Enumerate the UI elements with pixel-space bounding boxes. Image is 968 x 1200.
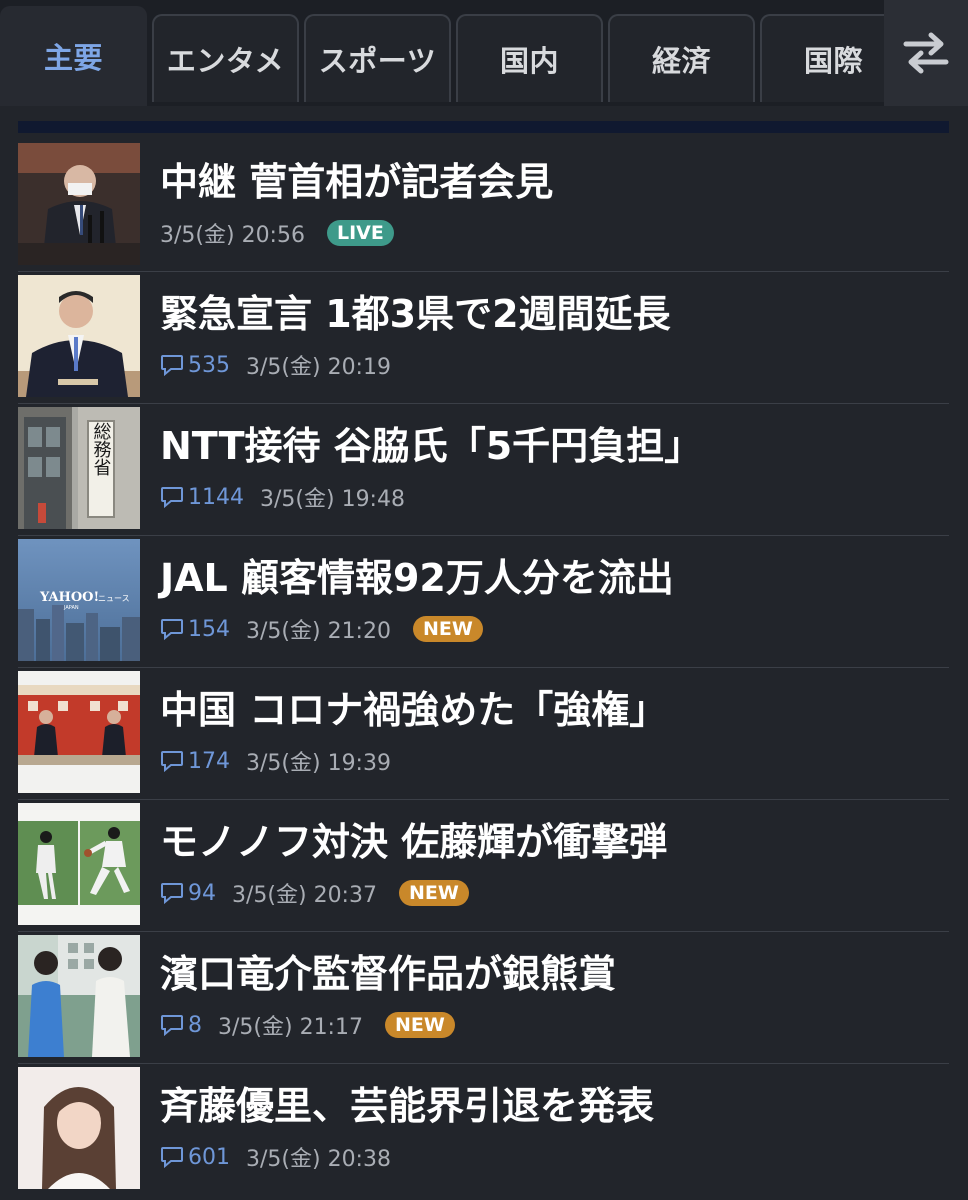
news-thumbnail[interactable]: 総務省 xyxy=(18,407,140,529)
news-title[interactable]: 中継 菅首相が記者会見 xyxy=(160,160,553,206)
news-item[interactable]: 緊急宣言 1都3県で2週間延長 535 3/5(金) 20:19 xyxy=(18,272,949,404)
tab-main[interactable]: 主要 xyxy=(0,6,147,106)
news-time: 3/5(金) 19:48 xyxy=(260,487,405,512)
comment-link[interactable]: 174 xyxy=(160,749,230,774)
new-badge: NEW xyxy=(384,1012,455,1038)
news-thumbnail[interactable] xyxy=(18,671,140,793)
comment-icon xyxy=(161,1015,183,1036)
comment-icon xyxy=(161,355,183,376)
comment-count: 601 xyxy=(188,1144,230,1170)
news-time: 3/5(金) 20:38 xyxy=(246,1147,391,1172)
news-meta: 1144 3/5(金) 19:48 xyxy=(160,481,427,513)
comment-link[interactable]: 154 xyxy=(160,617,230,642)
news-thumbnail[interactable] xyxy=(18,935,140,1057)
news-meta: 3/5(金) 20:56 LIVE xyxy=(160,217,394,249)
news-time: 3/5(金) 20:56 xyxy=(160,223,305,248)
news-item[interactable]: 斉藤優里、芸能界引退を発表 601 3/5(金) 20:38 xyxy=(18,1064,949,1195)
category-tab-bar: 主要 エンタメ スポーツ 国内 経済 国際 xyxy=(0,0,968,106)
news-meta: 174 3/5(金) 19:39 xyxy=(160,745,413,777)
news-time: 3/5(金) 19:39 xyxy=(246,751,391,776)
news-thumbnail[interactable] xyxy=(18,143,140,265)
news-meta: 94 3/5(金) 20:37 NEW xyxy=(160,877,469,909)
news-time: 3/5(金) 21:20 xyxy=(246,619,391,644)
svg-text:総務省: 総務省 xyxy=(91,422,112,476)
new-badge: NEW xyxy=(412,616,483,642)
news-title[interactable]: 緊急宣言 1都3県で2週間延長 xyxy=(160,292,671,338)
swap-arrows-icon xyxy=(903,32,949,74)
news-time: 3/5(金) 20:19 xyxy=(246,355,391,380)
comment-link[interactable]: 601 xyxy=(160,1145,230,1170)
tab-reorder-button[interactable] xyxy=(884,0,968,106)
new-badge: NEW xyxy=(398,880,469,906)
news-thumbnail[interactable] xyxy=(18,803,140,925)
news-item[interactable]: 中国 コロナ禍強めた「強権」 174 3/5(金) 19:39 xyxy=(18,668,949,800)
news-title[interactable]: 濱口竜介監督作品が銀熊賞 xyxy=(160,952,616,998)
comment-count: 1144 xyxy=(188,484,244,510)
news-meta: 8 3/5(金) 21:17 NEW xyxy=(160,1009,455,1041)
comment-count: 174 xyxy=(188,748,230,774)
tab-underline xyxy=(18,121,949,133)
news-item[interactable]: モノノフ対決 佐藤輝が衝撃弾 94 3/5(金) 20:37 NEW xyxy=(18,800,949,932)
news-item[interactable]: 濱口竜介監督作品が銀熊賞 8 3/5(金) 21:17 NEW xyxy=(18,932,949,1064)
news-title[interactable]: NTT接待 谷脇氏「5千円負担」 xyxy=(160,424,702,470)
tab-domestic[interactable]: 国内 xyxy=(456,14,603,102)
news-item[interactable]: YAHOO! ニュース JAPAN JAL 顧客情報92万人分を流出 154 3… xyxy=(18,536,949,668)
svg-text:YAHOO!: YAHOO! xyxy=(39,590,99,605)
news-meta: 535 3/5(金) 20:19 xyxy=(160,349,413,381)
comment-icon xyxy=(161,751,183,772)
comment-count: 154 xyxy=(188,616,230,642)
news-title[interactable]: JAL 顧客情報92万人分を流出 xyxy=(160,556,674,602)
comment-link[interactable]: 94 xyxy=(160,881,216,906)
comment-icon xyxy=(161,619,183,640)
news-time: 3/5(金) 21:17 xyxy=(218,1015,363,1040)
tab-entertainment[interactable]: エンタメ xyxy=(152,14,299,102)
comment-link[interactable]: 1144 xyxy=(160,485,244,510)
comment-count: 8 xyxy=(188,1012,202,1038)
news-thumbnail[interactable] xyxy=(18,1067,140,1189)
comment-link[interactable]: 8 xyxy=(160,1013,202,1038)
comment-count: 94 xyxy=(188,880,216,906)
tab-economy[interactable]: 経済 xyxy=(608,14,755,102)
news-item[interactable]: 中継 菅首相が記者会見 3/5(金) 20:56 LIVE xyxy=(18,140,949,272)
comment-icon xyxy=(161,487,183,508)
live-badge: LIVE xyxy=(326,220,394,246)
svg-text:ニュース: ニュース xyxy=(98,594,130,603)
news-list: 中継 菅首相が記者会見 3/5(金) 20:56 LIVE 緊急宣言 1都3県で… xyxy=(18,140,949,1195)
news-title[interactable]: 斉藤優里、芸能界引退を発表 xyxy=(160,1084,654,1130)
comment-icon xyxy=(161,883,183,904)
news-thumbnail[interactable]: YAHOO! ニュース JAPAN xyxy=(18,539,140,661)
comment-link[interactable]: 535 xyxy=(160,353,230,378)
news-title[interactable]: モノノフ対決 佐藤輝が衝撃弾 xyxy=(160,820,667,866)
news-thumbnail[interactable] xyxy=(18,275,140,397)
news-item[interactable]: 総務省 NTT接待 谷脇氏「5千円負担」 1144 3/5(金) 19:48 xyxy=(18,404,949,536)
comment-icon xyxy=(161,1147,183,1168)
news-meta: 154 3/5(金) 21:20 NEW xyxy=(160,613,483,645)
news-time: 3/5(金) 20:37 xyxy=(232,883,377,908)
comment-count: 535 xyxy=(188,352,230,378)
news-meta: 601 3/5(金) 20:38 xyxy=(160,1141,413,1173)
tab-sports[interactable]: スポーツ xyxy=(304,14,451,102)
svg-text:JAPAN: JAPAN xyxy=(63,605,79,611)
news-title[interactable]: 中国 コロナ禍強めた「強権」 xyxy=(160,688,667,734)
